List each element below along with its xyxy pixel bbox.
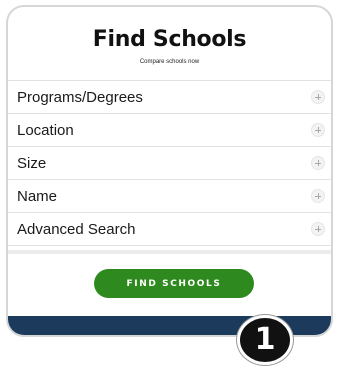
filter-advanced-search[interactable]: Advanced Search — [8, 213, 331, 246]
card-header: Find Schools Compare schools now — [8, 7, 331, 80]
filter-list: Programs/Degrees Location Size Name Adva… — [8, 80, 331, 246]
filter-location[interactable]: Location — [8, 114, 331, 147]
find-schools-card: Find Schools Compare schools now Program… — [6, 5, 333, 337]
find-schools-button[interactable]: FIND SCHOOLS — [94, 269, 254, 298]
filter-label: Name — [17, 188, 58, 205]
filter-name[interactable]: Name — [8, 180, 331, 213]
section-divider — [8, 250, 331, 254]
page-subtitle: Compare schools now — [139, 59, 200, 65]
plus-icon[interactable] — [311, 189, 325, 203]
step-number-badge: 1 — [237, 315, 293, 365]
filter-label: Advanced Search — [17, 221, 136, 238]
filter-label: Size — [17, 155, 47, 172]
page-title: Find Schools — [92, 27, 247, 52]
filter-label: Programs/Degrees — [17, 89, 143, 106]
plus-icon[interactable] — [311, 222, 325, 236]
plus-icon[interactable] — [311, 90, 325, 104]
filter-size[interactable]: Size — [8, 147, 331, 180]
filter-label: Location — [17, 122, 74, 139]
plus-icon[interactable] — [311, 123, 325, 137]
filter-programs-degrees[interactable]: Programs/Degrees — [8, 81, 331, 114]
plus-icon[interactable] — [311, 156, 325, 170]
